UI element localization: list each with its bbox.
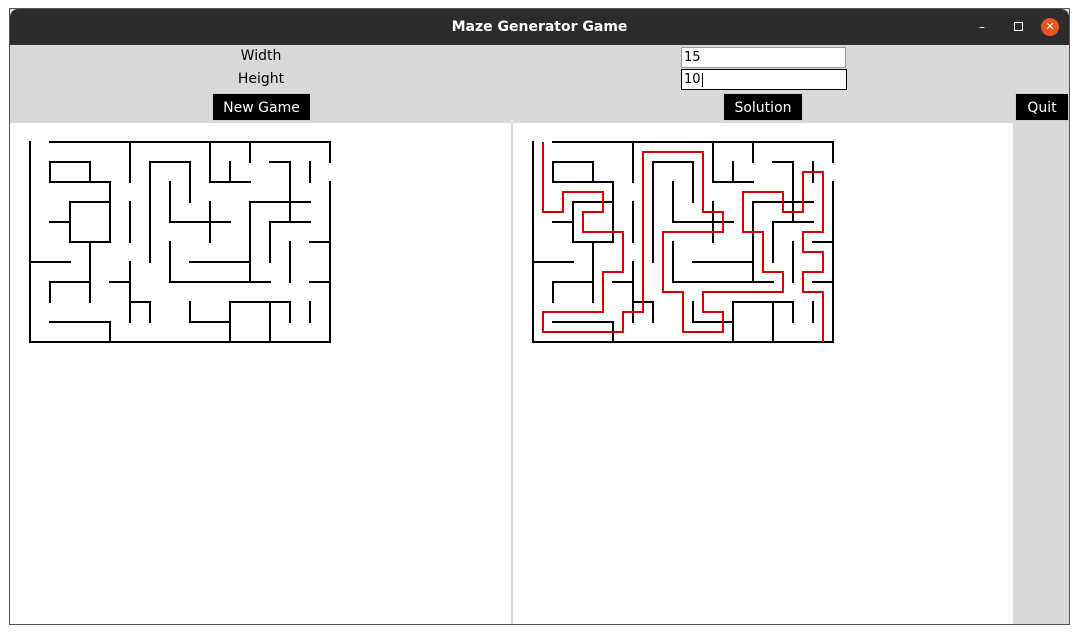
close-icon[interactable]: ✕ — [1041, 18, 1059, 36]
width-label: Width — [240, 48, 282, 64]
minimize-icon[interactable]: – — [973, 18, 991, 36]
height-input[interactable]: 10 — [681, 69, 847, 90]
solution-canvas[interactable] — [513, 123, 1013, 624]
text-cursor — [701, 72, 703, 87]
maze-graphic — [29, 141, 331, 343]
new-game-button[interactable]: New Game — [212, 93, 311, 121]
solution-button[interactable]: Solution — [723, 93, 803, 121]
width-input[interactable]: 15 — [681, 47, 846, 68]
title-bar[interactable]: Maze Generator Game – ✕ — [10, 9, 1069, 45]
maze-canvas[interactable] — [10, 123, 511, 624]
quit-button[interactable]: Quit — [1015, 93, 1069, 121]
window-title: Maze Generator Game — [451, 19, 628, 35]
maze-walls — [29, 141, 331, 343]
height-label: Height — [237, 71, 285, 87]
maximize-icon[interactable] — [1009, 18, 1027, 36]
app-window: Maze Generator Game – ✕ Width Height 15 … — [9, 8, 1070, 625]
solution-maze-graphic — [532, 141, 834, 343]
